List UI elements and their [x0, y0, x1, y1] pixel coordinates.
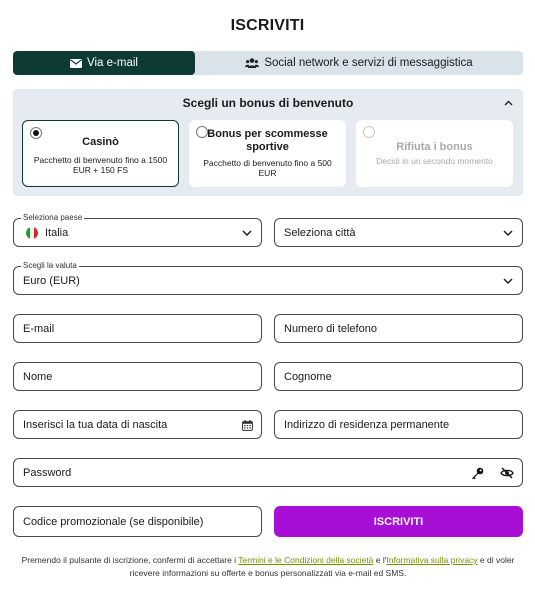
page-title: ISCRIVITI	[230, 17, 305, 34]
bonus-option-desc: Pacchetto di benvenuto fino a 500 EUR	[203, 158, 332, 178]
bonus-option-name: Bonus per scommesse sportive	[207, 128, 328, 153]
bonus-option-decline[interactable]: Rifiuta i bonus Decidi in un secondo mom…	[356, 120, 513, 187]
email-placeholder: E-mail	[23, 322, 55, 335]
eye-off-icon[interactable]	[500, 466, 514, 480]
promo-code-placeholder: Codice promozionale (se disponibile)	[23, 515, 204, 528]
city-select[interactable]: Seleziona città	[274, 218, 523, 247]
terms-notice: Premendo il pulsante di iscrizione, conf…	[13, 554, 523, 580]
chevron-down-icon	[502, 275, 514, 287]
bonus-option-sports[interactable]: Bonus per scommesse sportive Pacchetto d…	[189, 120, 346, 187]
tab-social-label: Social network e servizi di messaggistic…	[264, 57, 473, 69]
address-placeholder: Indirizzo di residenza permanente	[284, 418, 450, 431]
collapse-bonus-button[interactable]	[500, 95, 516, 111]
country-value: Italia	[45, 226, 69, 239]
tab-email[interactable]: Via e-mail	[13, 51, 195, 75]
bonus-radio-casino[interactable]	[30, 127, 42, 139]
currency-select-label: Scegli la valuta	[21, 260, 79, 271]
bonus-option-casino[interactable]: Casinò Pacchetto di benvenuto fino a 150…	[22, 120, 179, 187]
envelope-icon	[70, 58, 83, 68]
terms-mid: e l'	[373, 555, 387, 565]
email-field[interactable]: E-mail	[13, 314, 262, 343]
country-select[interactable]: Seleziona paese Italia	[13, 212, 262, 247]
key-icon[interactable]	[470, 466, 484, 480]
address-field[interactable]: Indirizzo di residenza permanente	[274, 410, 523, 439]
last-name-placeholder: Cognome	[284, 370, 332, 383]
first-name-field[interactable]: Nome	[13, 362, 262, 391]
tab-social[interactable]: Social network e servizi di messaggistic…	[195, 51, 523, 75]
register-button[interactable]: ISCRIVITI	[274, 506, 523, 537]
promo-code-field[interactable]: Codice promozionale (se disponibile)	[13, 506, 262, 537]
first-name-placeholder: Nome	[23, 370, 53, 383]
bonus-option-desc: Pacchetto di benvenuto fino a 1500 EUR +…	[33, 155, 168, 175]
users-icon	[245, 58, 260, 68]
bonus-radio-sports[interactable]	[196, 126, 208, 138]
terms-conditions-link[interactable]: Termini e le Condizioni della società	[238, 555, 373, 565]
phone-placeholder: Numero di telefono	[284, 322, 377, 335]
bonus-option-name: Rifiuta i bonus	[396, 141, 473, 153]
birthdate-placeholder: Inserisci la tua data di nascita	[23, 418, 168, 431]
bonus-radio-decline[interactable]	[363, 126, 375, 138]
last-name-field[interactable]: Cognome	[274, 362, 523, 391]
password-placeholder: Password	[23, 466, 72, 479]
currency-select[interactable]: Scegli la valuta Euro (EUR)	[13, 260, 523, 295]
welcome-bonus-panel: Scegli un bonus di benvenuto Casinò Pacc…	[13, 89, 523, 196]
phone-field[interactable]: Numero di telefono	[274, 314, 523, 343]
bonus-option-name: Casinò	[82, 136, 119, 148]
bonus-option-desc: Decidi in un secondo momento	[376, 156, 493, 166]
city-placeholder: Seleziona città	[284, 226, 356, 239]
signup-method-tabs: Via e-mail Social network e servizi di m…	[13, 51, 523, 75]
currency-value: Euro (EUR)	[23, 274, 80, 287]
chevron-up-icon	[504, 100, 512, 106]
chevron-down-icon	[502, 227, 514, 239]
terms-prefix: Premendo il pulsante di iscrizione, conf…	[21, 555, 239, 565]
password-field[interactable]: Password	[13, 458, 523, 487]
birthdate-field[interactable]: Inserisci la tua data di nascita	[13, 410, 262, 439]
chevron-down-icon	[241, 227, 253, 239]
privacy-policy-link[interactable]: Informativa sulla privacy	[386, 555, 477, 565]
bonus-heading: Scegli un bonus di benvenuto	[182, 96, 354, 110]
tab-email-label: Via e-mail	[87, 57, 138, 69]
calendar-icon[interactable]	[240, 418, 254, 432]
country-select-label: Seleziona paese	[21, 212, 85, 223]
italy-flag-icon	[26, 226, 38, 239]
